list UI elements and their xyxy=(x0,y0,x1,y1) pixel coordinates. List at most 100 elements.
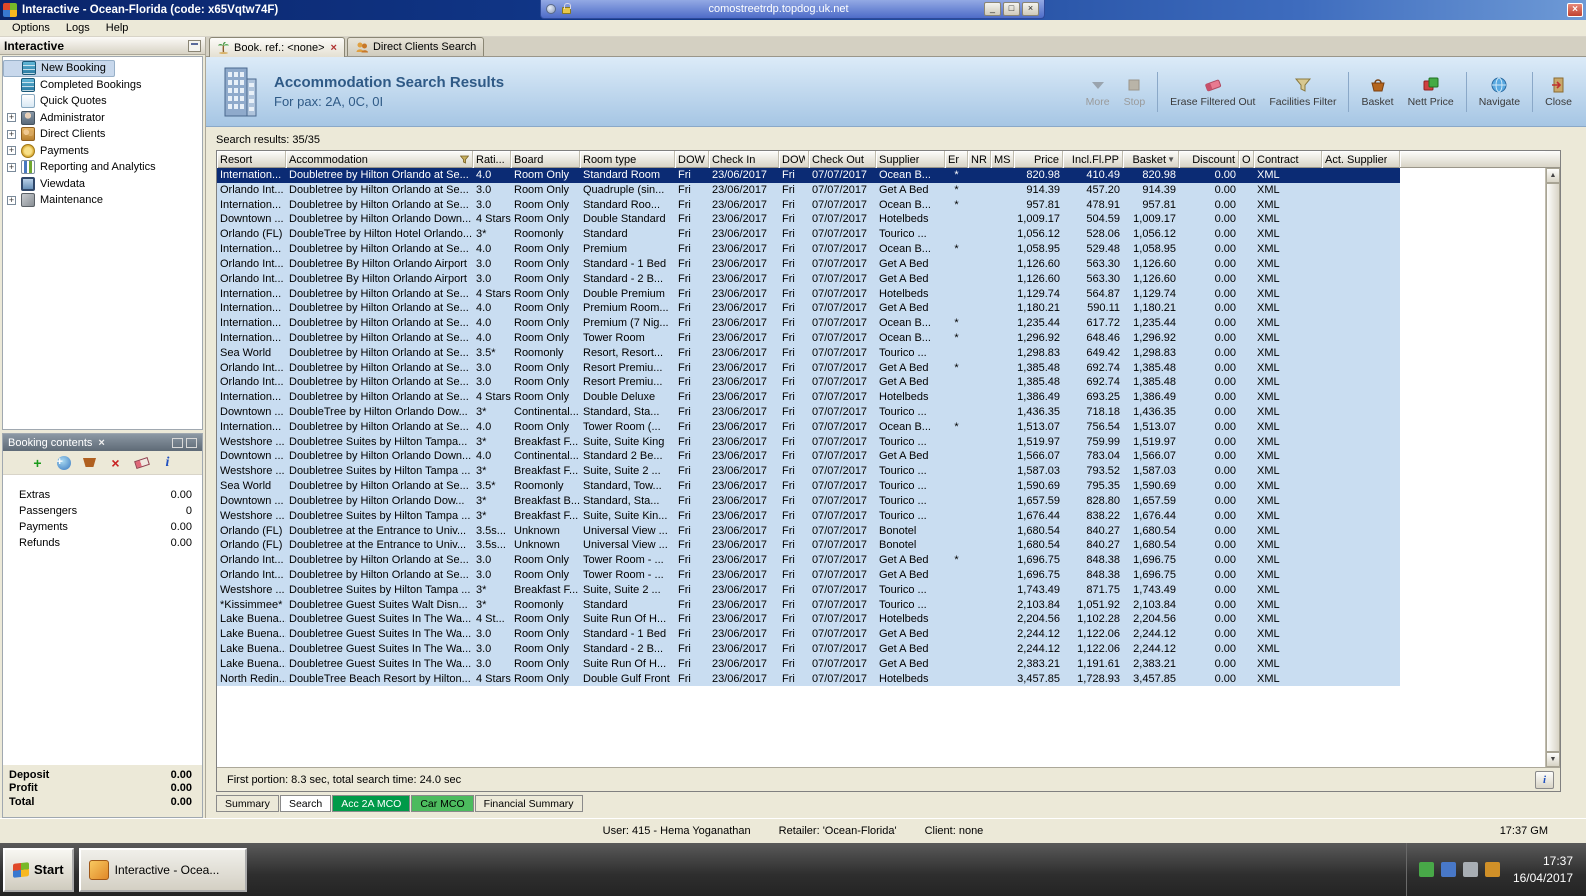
column-header-contract[interactable]: Contract xyxy=(1254,151,1322,168)
column-header-act-supplier[interactable]: Act. Supplier xyxy=(1322,151,1400,168)
table-row[interactable]: Downtown ... Doubletree by Hilton Orlando… xyxy=(217,493,1400,509)
navigate-button[interactable]: Navigate xyxy=(1473,73,1526,110)
table-row[interactable]: *Kissimmee* Doubletree Guest Suites Walt … xyxy=(217,597,1400,613)
table-row[interactable]: Orlando (FL) DoubleTree by Hilton Hotel O… xyxy=(217,227,1400,243)
filter-funnel-icon[interactable] xyxy=(460,155,469,164)
column-header-price[interactable]: Price xyxy=(1014,151,1063,168)
tray-network-icon[interactable] xyxy=(1440,862,1456,877)
tab-direct-clients-search[interactable]: Direct Clients Search xyxy=(346,37,485,56)
sidebar-collapse-button[interactable] xyxy=(188,39,201,52)
sidebar-item-direct-clients[interactable]: + Direct Clients xyxy=(3,126,202,143)
window-close-button[interactable]: × xyxy=(1567,3,1583,17)
table-row[interactable]: Orlando Int... Doubletree by Hilton Orlan… xyxy=(217,360,1400,376)
scroll-down-icon[interactable]: ▼ xyxy=(1546,752,1560,767)
table-row[interactable]: Downtown ... Doubletree by Hilton Orlando… xyxy=(217,212,1400,228)
table-row[interactable]: Orlando Int... Doubletree by Hilton Orlan… xyxy=(217,567,1400,583)
info-button[interactable]: i xyxy=(1535,770,1554,789)
tab-book-ref-none[interactable]: Book. ref.: <none> × xyxy=(209,37,345,57)
table-row[interactable]: Internation... Doubletree by Hilton Orlan… xyxy=(217,419,1400,435)
bottom-tab-financial-summary[interactable]: Financial Summary xyxy=(474,795,583,812)
tray-antivirus-icon[interactable] xyxy=(1418,862,1434,877)
booking-contents-close-icon[interactable]: × xyxy=(98,437,104,449)
column-header-dow[interactable]: DOW xyxy=(675,151,709,168)
sidebar-item-quick-quotes[interactable]: Quick Quotes xyxy=(3,93,202,110)
delete-item-icon[interactable]: × xyxy=(108,455,124,471)
table-row[interactable]: North Redin... DoubleTree Beach Resort by… xyxy=(217,671,1400,687)
sidebar-item-reporting-and-analytics[interactable]: + Reporting and Analytics xyxy=(3,159,202,176)
column-header-incl-fl-pp[interactable]: Incl.Fl.PP xyxy=(1063,151,1123,168)
expand-icon[interactable]: + xyxy=(7,113,16,123)
booking-row-payments[interactable]: Payments 0.00 xyxy=(3,521,202,537)
table-row[interactable]: Internation... Doubletree by Hilton Orlan… xyxy=(217,242,1400,257)
column-header-discount[interactable]: Discount xyxy=(1179,151,1239,168)
column-header-accommodation[interactable]: Accommodation xyxy=(286,151,473,168)
column-header-check-out[interactable]: Check Out xyxy=(809,151,876,168)
menu-item-help[interactable]: Help xyxy=(98,21,137,35)
expand-icon[interactable]: + xyxy=(7,162,16,172)
table-row[interactable]: Internation... Doubletree by Hilton Orlan… xyxy=(217,330,1400,346)
tab-close-icon[interactable]: × xyxy=(331,42,337,54)
table-row[interactable]: Westshore ... Doubletree Suites by Hilton… xyxy=(217,464,1400,480)
scroll-up-icon[interactable]: ▲ xyxy=(1546,168,1560,183)
table-row[interactable]: Orlando (FL) Doubletree at the Entrance t… xyxy=(217,523,1400,539)
sidebar-item-payments[interactable]: + Payments xyxy=(3,143,202,160)
sidebar-item-viewdata[interactable]: Viewdata xyxy=(3,176,202,193)
column-header-room-type[interactable]: Room type xyxy=(580,151,675,168)
table-row[interactable]: Orlando Int... Doubletree by Hilton Orlan… xyxy=(217,375,1400,391)
column-header-resort[interactable]: Resort xyxy=(217,151,286,168)
bottom-tab-car-mco[interactable]: Car MCO xyxy=(411,795,474,812)
basket-button[interactable]: Basket xyxy=(1355,73,1399,110)
table-row[interactable]: Orlando Int... Doubletree By Hilton Orlan… xyxy=(217,271,1400,287)
table-row[interactable]: Sea World Doubletree by Hilton Orlando at… xyxy=(217,345,1400,361)
bottom-tab-acc-2a-mco[interactable]: Acc 2A MCO xyxy=(332,795,411,812)
table-row[interactable]: Orlando Int... Doubletree by Hilton Orlan… xyxy=(217,182,1400,198)
column-header-rati[interactable]: Rati... xyxy=(473,151,511,168)
table-row[interactable]: Internation... Doubletree by Hilton Orlan… xyxy=(217,197,1400,213)
column-header-dow[interactable]: DOW xyxy=(779,151,809,168)
erase-filtered-out-button[interactable]: Erase Filtered Out xyxy=(1164,73,1261,110)
column-header-er[interactable]: Er xyxy=(945,151,968,168)
menu-item-options[interactable]: Options xyxy=(4,21,58,35)
booking-row-refunds[interactable]: Refunds 0.00 xyxy=(3,537,202,553)
pin-icon[interactable] xyxy=(546,4,556,14)
sidebar-item-administrator[interactable]: + Administrator xyxy=(3,110,202,127)
table-row[interactable]: Orlando (FL) Doubletree at the Entrance t… xyxy=(217,538,1400,554)
expand-icon[interactable]: + xyxy=(7,146,16,156)
booking-contents-maximize-button[interactable] xyxy=(186,437,197,448)
rdp-minimize-button[interactable]: _ xyxy=(984,2,1001,16)
tray-printer-icon[interactable] xyxy=(1462,862,1478,877)
table-row[interactable]: Downtown ... Doubletree by Hilton Orlando… xyxy=(217,449,1400,465)
add-item-icon[interactable]: + xyxy=(30,455,46,471)
table-row[interactable]: Downtown ... DoubleTree by Hilton Orlando… xyxy=(217,405,1400,420)
table-row[interactable]: Internation... Doubletree by Hilton Orlan… xyxy=(217,286,1400,302)
table-row[interactable]: Lake Buena... Doubletree Guest Suites In … xyxy=(217,627,1400,642)
taskbar-task-button[interactable]: Interactive - Ocea... xyxy=(78,847,247,892)
sidebar-item-new-booking[interactable]: New Booking xyxy=(3,60,115,77)
expand-icon[interactable]: + xyxy=(7,129,16,139)
sidebar-item-completed-bookings[interactable]: Completed Bookings xyxy=(3,77,202,94)
column-header-board[interactable]: Board xyxy=(511,151,580,168)
erase-item-icon[interactable] xyxy=(133,455,150,471)
menu-item-logs[interactable]: Logs xyxy=(58,21,98,35)
table-row[interactable]: Internation... Doubletree by Hilton Orlan… xyxy=(217,168,1400,183)
booking-row-extras[interactable]: Extras 0.00 xyxy=(3,489,202,505)
add-to-basket-icon[interactable] xyxy=(82,455,98,471)
tray-volume-icon[interactable] xyxy=(1484,862,1500,877)
column-header-supplier[interactable]: Supplier xyxy=(876,151,945,168)
table-row[interactable]: Internation... Doubletree by Hilton Orlan… xyxy=(217,301,1400,317)
booking-contents-float-button[interactable] xyxy=(172,437,183,448)
table-row[interactable]: Internation... Doubletree by Hilton Orlan… xyxy=(217,316,1400,331)
rdp-close-button[interactable]: × xyxy=(1022,2,1039,16)
table-row[interactable]: Orlando Int... Doubletree by Hilton Orlan… xyxy=(217,553,1400,568)
column-header-basket[interactable]: Basket ▼ xyxy=(1123,151,1179,168)
table-row[interactable]: Orlando Int... Doubletree By Hilton Orlan… xyxy=(217,256,1400,272)
table-row[interactable]: Sea World Doubletree by Hilton Orlando at… xyxy=(217,479,1400,494)
web-search-icon[interactable]: + xyxy=(56,455,72,471)
table-row[interactable]: Lake Buena... Doubletree Guest Suites In … xyxy=(217,642,1400,657)
expand-icon[interactable]: + xyxy=(7,195,16,205)
table-row[interactable]: Internation... Doubletree by Hilton Orlan… xyxy=(217,390,1400,405)
info-icon[interactable]: i xyxy=(160,455,176,471)
facilities-filter-button[interactable]: Facilities Filter xyxy=(1263,73,1342,110)
column-header-nr[interactable]: NR xyxy=(968,151,991,168)
nett-price-button[interactable]: Nett Price xyxy=(1402,73,1460,110)
